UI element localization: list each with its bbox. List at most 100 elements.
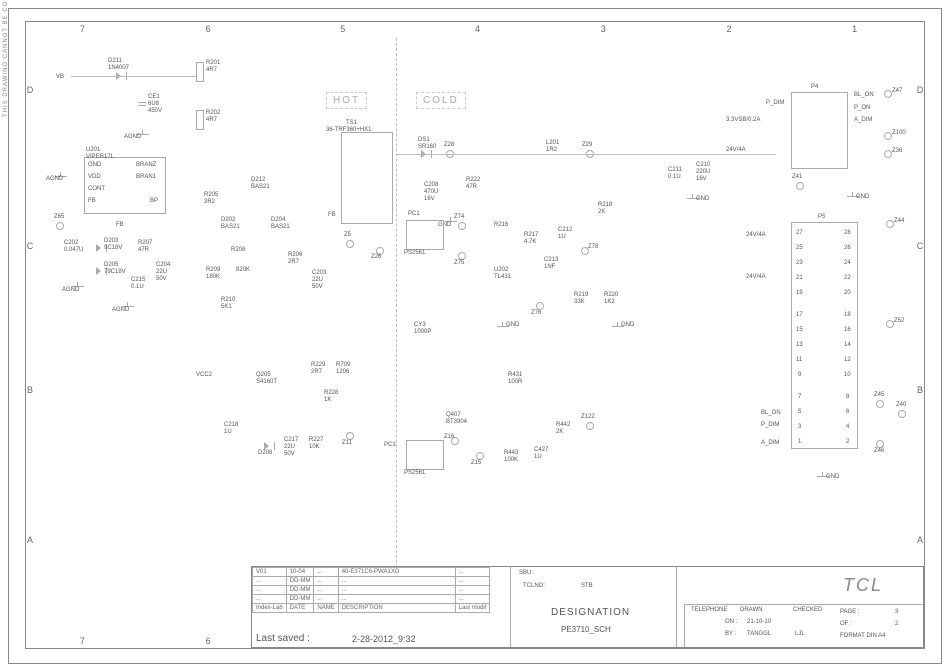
c217-val: 22U <box>284 444 295 450</box>
by-checked: LJL <box>795 631 805 637</box>
c208-volt: 16V <box>424 196 435 202</box>
row-left-b: B <box>24 385 36 395</box>
q407-ref: Q407 <box>446 412 461 418</box>
z40-tp <box>898 410 906 418</box>
c208-val: 470U <box>424 189 438 195</box>
r202-val: 4R7 <box>206 117 217 123</box>
designation-box: SBU : TCLNO: STB DESIGNATION PE3710_SCH <box>510 567 677 647</box>
vcc2-net: VCC2 <box>196 372 212 378</box>
r218-ref: R218 <box>598 202 612 208</box>
title-block: V0110-04...40-E371C6-PWA1XG... ...DD-MM.… <box>251 566 924 648</box>
u201-pin8: BP <box>150 198 158 204</box>
last-saved: 2-28-2012_9:32 <box>352 634 416 644</box>
z74: Z74 <box>454 214 464 220</box>
c427-ref: C427 <box>534 447 548 453</box>
r227-ref: R227 <box>309 437 323 443</box>
r201-ref: R201 <box>206 60 220 66</box>
p5-adim: A_DIM <box>761 440 779 446</box>
col-top-5: 5 <box>340 24 345 34</box>
c202-ref: C202 <box>64 240 78 246</box>
d211-val: 1N4007 <box>108 65 129 71</box>
r222-val: 47R <box>466 184 477 190</box>
r218-val: 2K <box>598 209 605 215</box>
r443-ref: R443 <box>504 450 518 456</box>
row-left-d: D <box>24 85 36 95</box>
cy3-val: 1000P <box>414 329 431 335</box>
drawing-frame: THIS DRAWING CANNOT BE COMMUNICATED TO U… <box>8 8 942 664</box>
gnd-p5: GND <box>826 474 839 480</box>
r220-ref: R220 <box>604 292 618 298</box>
revision-table: V0110-04...40-E371C6-PWA1XG... ...DD-MM.… <box>252 567 490 613</box>
u201-pin4: BRAN1 <box>136 174 156 180</box>
p4-pdim: P_DIM <box>766 100 784 106</box>
r208-ref: R208 <box>231 247 245 253</box>
by-label: BY : <box>725 631 736 637</box>
p4-pon: P_ON <box>854 105 870 111</box>
r207-val: 47R <box>138 247 149 253</box>
row-left-c: C <box>24 241 36 251</box>
r219-ref: R219 <box>574 292 588 298</box>
z36: Z36 <box>892 148 902 154</box>
pc3-ref: PC3 <box>384 442 396 448</box>
c204-ref: C204 <box>156 262 170 268</box>
pc1-opto <box>406 220 444 250</box>
r219-val: 33K <box>574 299 585 305</box>
u201-pin1: GND <box>88 162 101 168</box>
c204-volt: 50V <box>156 276 167 282</box>
z45-tp <box>876 400 884 408</box>
r202 <box>196 110 204 130</box>
gnd-2: GND <box>506 322 519 328</box>
col-top-2: 2 <box>726 24 731 34</box>
agnd-4: AGND <box>112 307 129 313</box>
gnd-p4: GND <box>856 194 869 200</box>
on-val: 21-10-10 <box>747 619 771 625</box>
z41: Z41 <box>792 174 802 180</box>
p5-ref: P5 <box>818 214 825 220</box>
c211-ref: C211 <box>668 167 682 173</box>
pc1-ref: PC1 <box>408 211 420 217</box>
u201-pin7: FB <box>88 198 96 204</box>
z47: Z47 <box>892 88 902 94</box>
r229-ref: R229 <box>311 362 325 368</box>
p5-blon: BL_ON <box>761 410 781 416</box>
d203-ref: D203 <box>104 238 118 244</box>
c215-ref: C215 <box>131 277 145 283</box>
c212-ref: C212 <box>558 227 572 233</box>
c427-val: 1U <box>534 454 542 460</box>
col-top-6: 6 <box>206 24 211 34</box>
of: 2 <box>895 621 898 627</box>
r201 <box>196 62 204 82</box>
designation-label: DESIGNATION <box>551 607 630 618</box>
ce1-val: 6U8 <box>148 101 159 107</box>
r709-val: 1206 <box>336 369 349 375</box>
telephone: TELEPHONE <box>691 607 727 613</box>
r206-val: 2R7 <box>288 259 299 265</box>
r205-val: 3R2 <box>204 199 215 205</box>
z16: Z16 <box>444 434 454 440</box>
z28: Z28 <box>444 142 454 148</box>
col-bot-7: 7 <box>80 636 85 646</box>
wire <box>71 76 196 77</box>
u201-pin5: CONT <box>88 186 105 192</box>
tclno-label: TCLNO: <box>523 583 545 589</box>
fb-net: FB <box>116 222 124 228</box>
z76: Z76 <box>531 310 541 316</box>
d211-ref: D211 <box>108 58 122 64</box>
checked: CHECKED <box>793 607 822 613</box>
wire <box>396 154 776 155</box>
z46-tp <box>876 440 884 448</box>
r431-val: 100R <box>508 379 522 385</box>
hot-zone-label: HOT <box>326 92 367 109</box>
r205-ref: R205 <box>204 192 218 198</box>
row-right-a: A <box>914 535 926 545</box>
d203-val: 9C18V <box>104 245 122 251</box>
r442-val: 2K <box>556 429 563 435</box>
c210-ref: C210 <box>696 162 710 168</box>
r443-val: 100K <box>504 457 518 463</box>
cold-zone-label: COLD <box>416 92 466 109</box>
z52-tp <box>886 320 894 328</box>
z45: Z45 <box>874 392 884 398</box>
c208-ref: C208 <box>424 182 438 188</box>
r216-ref: R216 <box>494 222 508 228</box>
z100: Z100 <box>892 130 906 136</box>
